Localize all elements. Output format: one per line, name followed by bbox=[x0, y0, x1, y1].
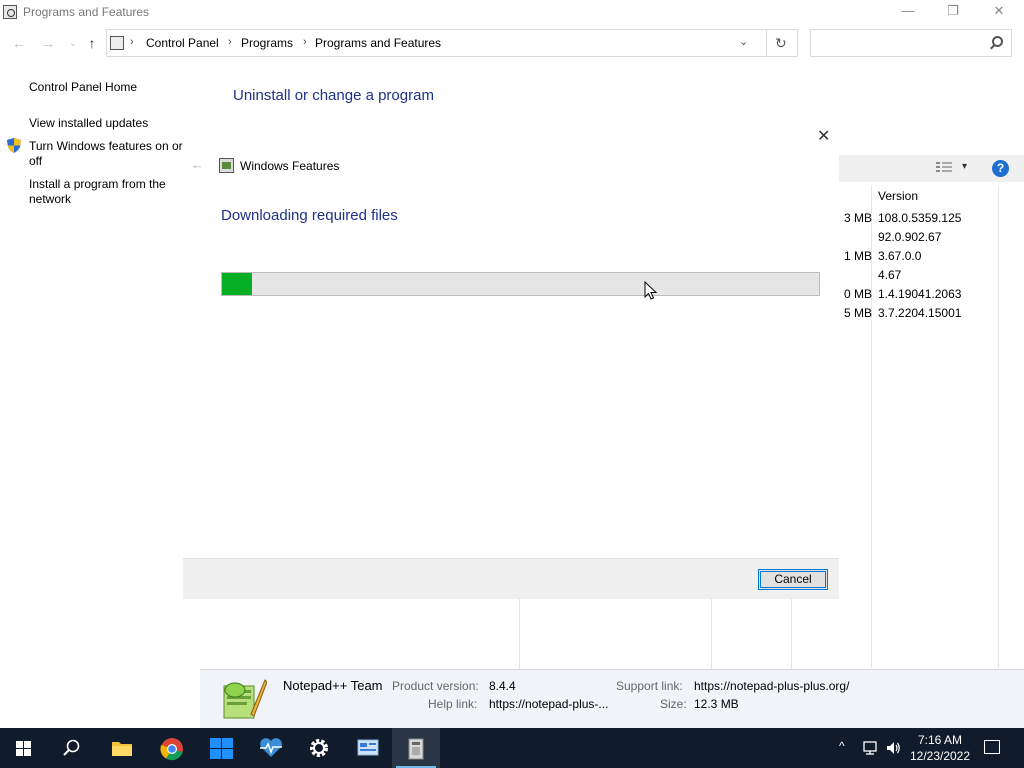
volume-icon[interactable] bbox=[885, 740, 901, 756]
column-divider bbox=[998, 185, 999, 668]
refresh-icon[interactable]: ↻ bbox=[775, 35, 787, 52]
search-icon[interactable] bbox=[992, 36, 1003, 47]
maximize-button[interactable]: ❐ bbox=[930, 0, 976, 24]
cancel-button[interactable]: Cancel bbox=[758, 569, 828, 590]
breadcrumb-programs[interactable]: Programs bbox=[241, 36, 293, 50]
back-arrow-icon[interactable]: ← bbox=[10, 35, 28, 51]
taskbar-clock[interactable]: 7:16 AM 12/23/2022 bbox=[905, 732, 975, 764]
column-header-version[interactable]: Version bbox=[878, 189, 918, 203]
start-button[interactable] bbox=[0, 728, 48, 768]
product-version-label: Product version: bbox=[392, 679, 479, 693]
sidebar-item-windows-features[interactable]: Turn Windows features on or off bbox=[29, 139, 187, 169]
notification-center-icon[interactable] bbox=[984, 740, 1000, 754]
up-arrow-icon[interactable]: ↑ bbox=[83, 35, 101, 51]
control-panel-icon bbox=[357, 739, 379, 756]
column-divider bbox=[711, 599, 712, 669]
dialog-back-arrow-icon[interactable]: ← bbox=[191, 157, 204, 172]
row-version: 3.7.2204.15001 bbox=[878, 306, 962, 320]
details-pane: Notepad++ Team Product version: 8.4.4 Su… bbox=[200, 669, 1024, 728]
recent-locations-icon[interactable]: ⌄ bbox=[64, 35, 82, 51]
row-version: 4.67 bbox=[878, 268, 902, 282]
dialog-close-icon[interactable]: ✕ bbox=[817, 126, 830, 146]
address-divider bbox=[766, 30, 767, 56]
column-divider bbox=[791, 599, 792, 669]
clock-date: 12/23/2022 bbox=[909, 749, 971, 763]
taskbar-settings[interactable] bbox=[295, 728, 343, 768]
breadcrumb-separator-icon[interactable]: › bbox=[303, 36, 307, 48]
publisher-name: Notepad++ Team bbox=[283, 678, 383, 693]
heart-pulse-icon bbox=[260, 738, 282, 757]
taskbar-start-tiles[interactable] bbox=[197, 728, 245, 768]
close-button[interactable]: ✕ bbox=[976, 0, 1022, 24]
row-size: 3 MB bbox=[844, 211, 873, 225]
sidebar-item-install-from-network[interactable]: Install a program from the network bbox=[29, 177, 179, 207]
breadcrumb-programs-and-features[interactable]: Programs and Features bbox=[315, 36, 441, 50]
dialog-title: Windows Features bbox=[240, 159, 340, 173]
forward-arrow-icon[interactable]: → bbox=[39, 35, 57, 51]
window-title: Programs and Features bbox=[23, 5, 150, 19]
page-title: Uninstall or change a program bbox=[233, 87, 434, 104]
dialog-footer: Cancel bbox=[183, 558, 839, 599]
download-progress-bar bbox=[221, 272, 820, 296]
taskbar: ^ 7:16 AM 12/23/2022 bbox=[0, 728, 1024, 768]
sidebar-item-control-panel-home[interactable]: Control Panel Home bbox=[29, 80, 137, 95]
row-version: 92.0.902.67 bbox=[878, 230, 942, 244]
taskbar-search-button[interactable] bbox=[48, 728, 96, 768]
support-link[interactable]: https://notepad-plus-plus.org/ bbox=[694, 679, 849, 693]
programs-features-icon bbox=[408, 738, 424, 760]
tray-overflow-chevron-icon[interactable]: ^ bbox=[839, 739, 845, 753]
sidebar-item-view-installed-updates[interactable]: View installed updates bbox=[29, 116, 148, 131]
breadcrumb-separator-icon[interactable]: › bbox=[130, 36, 134, 48]
row-version: 3.67.0.0 bbox=[878, 249, 922, 263]
title-bar: Programs and Features — ❐ ✕ bbox=[0, 0, 1024, 24]
folder-icon bbox=[112, 742, 132, 756]
help-link[interactable]: https://notepad-plus-... bbox=[489, 697, 608, 711]
dialog-heading: Downloading required files bbox=[221, 207, 398, 224]
taskbar-file-explorer[interactable] bbox=[98, 728, 146, 768]
taskbar-health-monitor[interactable] bbox=[246, 728, 294, 768]
breadcrumb-control-panel[interactable]: Control Panel bbox=[146, 36, 219, 50]
address-dropdown-icon[interactable]: ⌄ bbox=[739, 35, 748, 48]
breadcrumb-separator-icon[interactable]: › bbox=[228, 36, 232, 48]
address-bar[interactable]: › Control Panel › Programs › Programs an… bbox=[106, 29, 798, 57]
notepad-plus-plus-icon bbox=[223, 679, 267, 719]
clock-time: 7:16 AM bbox=[917, 733, 963, 747]
row-version: 1.4.19041.2063 bbox=[878, 287, 962, 301]
search-input[interactable] bbox=[817, 35, 987, 51]
network-icon[interactable] bbox=[862, 740, 880, 756]
tiles-icon bbox=[210, 738, 233, 759]
shield-icon bbox=[7, 138, 21, 153]
taskbar-programs-and-features[interactable] bbox=[392, 728, 440, 768]
product-version-value: 8.4.4 bbox=[489, 679, 516, 693]
taskbar-search-icon bbox=[63, 739, 80, 756]
gear-icon bbox=[310, 739, 328, 757]
taskbar-control-panel[interactable] bbox=[344, 728, 392, 768]
minimize-button[interactable]: — bbox=[885, 0, 931, 24]
row-version: 108.0.5359.125 bbox=[878, 211, 962, 225]
column-divider bbox=[519, 599, 520, 669]
size-value: 12.3 MB bbox=[694, 697, 739, 711]
row-size: 5 MB bbox=[844, 306, 873, 320]
mouse-cursor-icon bbox=[644, 281, 658, 300]
chrome-icon bbox=[160, 738, 183, 761]
progress-fill bbox=[222, 273, 252, 295]
control-panel-icon bbox=[110, 36, 124, 50]
row-size: 1 MB bbox=[844, 249, 873, 263]
view-options-icon[interactable] bbox=[936, 161, 952, 173]
windows-features-dialog: ✕ ← Windows Features Downloading require… bbox=[183, 118, 839, 599]
help-link-label: Help link: bbox=[428, 697, 478, 711]
row-size: 0 MB bbox=[844, 287, 873, 301]
support-link-label: Support link: bbox=[616, 679, 683, 693]
search-box[interactable] bbox=[810, 29, 1012, 57]
windows-features-icon bbox=[219, 158, 234, 173]
programs-features-icon bbox=[3, 5, 17, 19]
view-dropdown-icon[interactable]: ▾ bbox=[962, 161, 967, 172]
size-label: Size: bbox=[660, 697, 687, 711]
help-icon[interactable]: ? bbox=[992, 160, 1009, 177]
windows-logo-icon bbox=[16, 741, 31, 756]
taskbar-chrome[interactable] bbox=[148, 728, 196, 768]
